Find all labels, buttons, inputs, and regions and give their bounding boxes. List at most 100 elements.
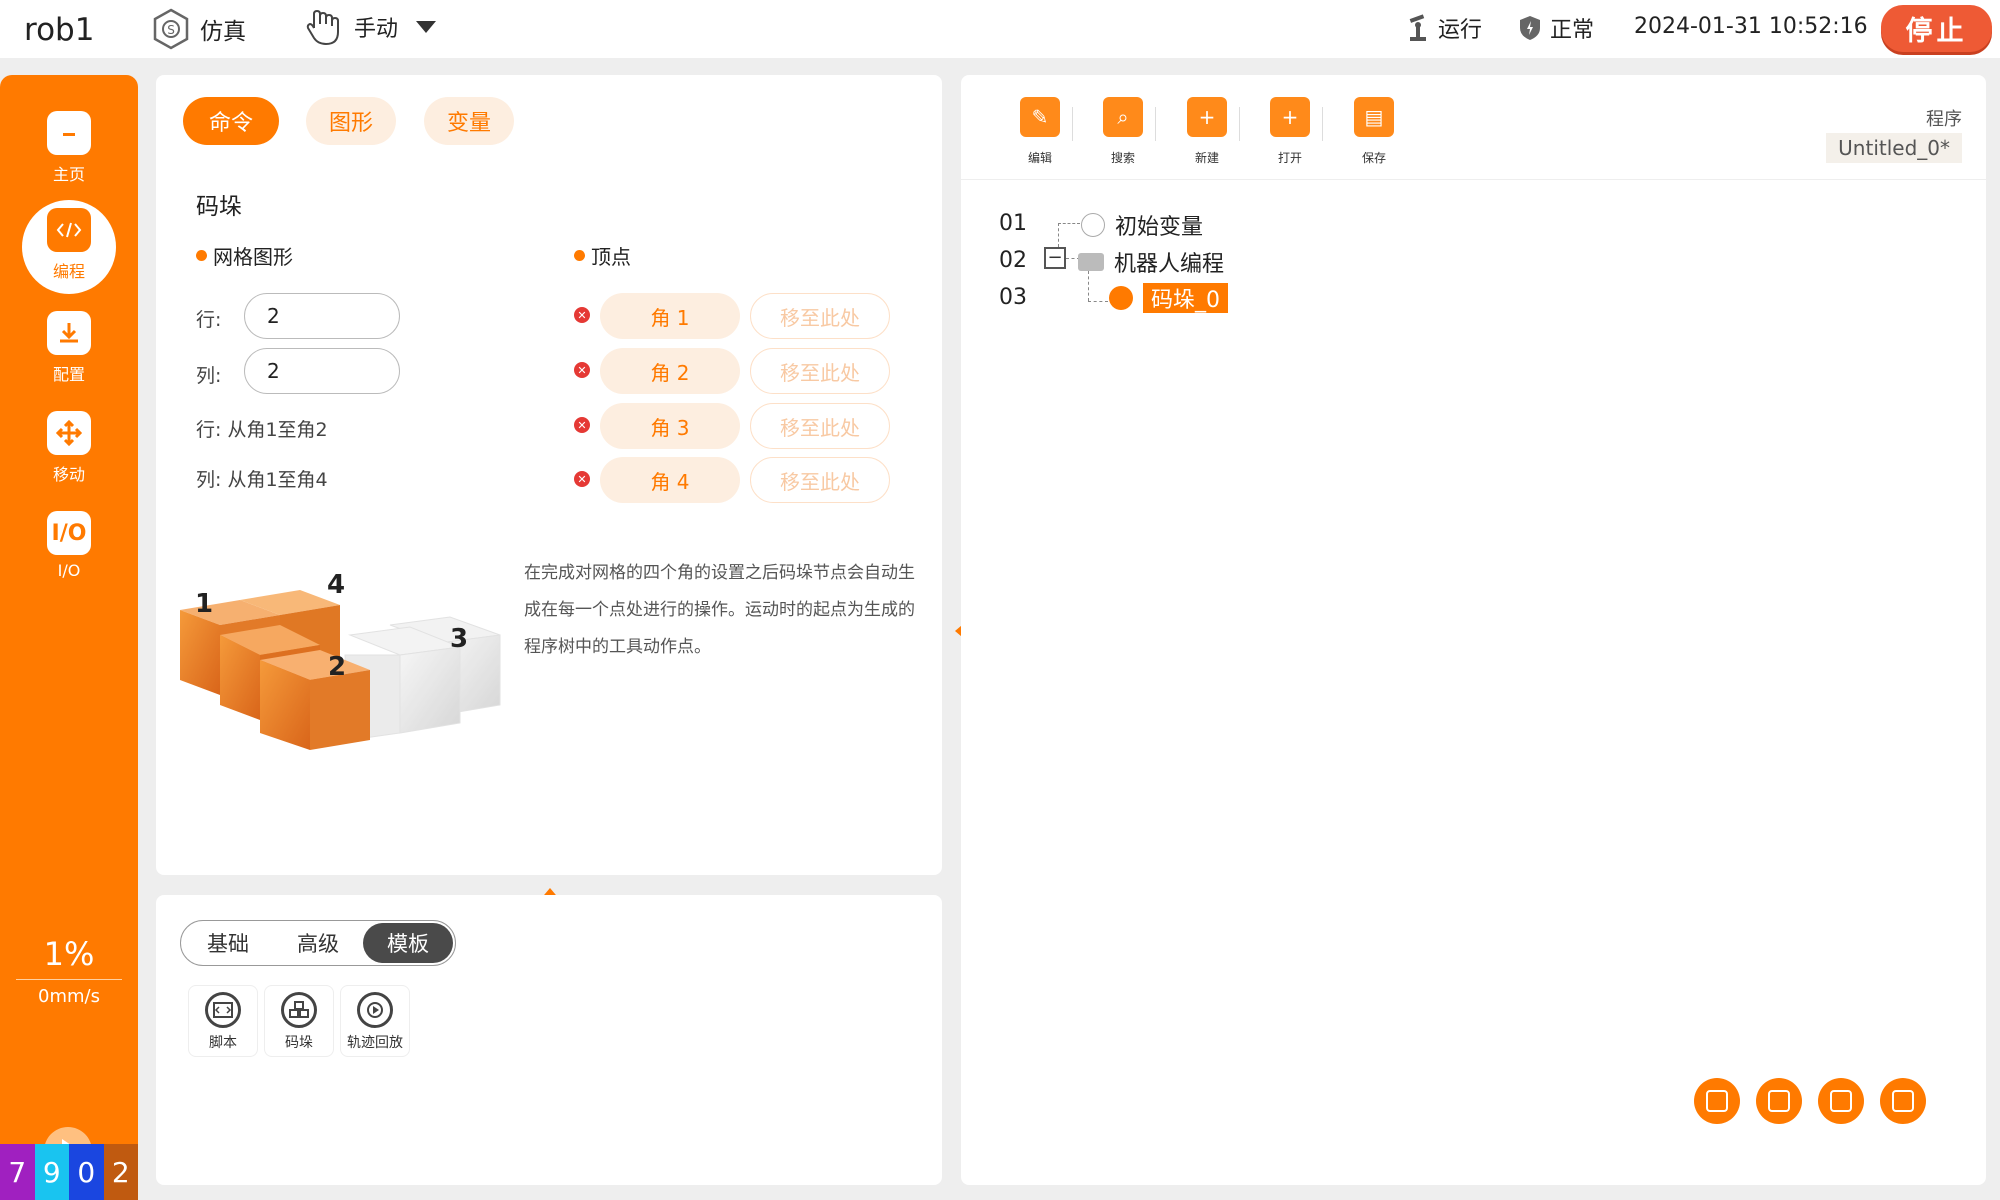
bullet-icon xyxy=(574,250,585,261)
hand-icon xyxy=(306,9,339,46)
shield-icon xyxy=(1520,16,1540,40)
speed-readout: 1% 0mm/s xyxy=(16,935,122,1007)
tab-graphics[interactable]: 图形 xyxy=(306,97,396,145)
script-icon xyxy=(205,992,241,1028)
toolbar-label: 打开 xyxy=(1277,151,1302,165)
sidebar: 主页 编程 配置 移动 I/O I/O 1% 0mm/s xyxy=(0,75,138,1200)
move-icon xyxy=(47,411,91,455)
delete-icon[interactable]: ✕ xyxy=(574,471,590,487)
tree-node-init-variables[interactable]: 初始变量 xyxy=(1081,209,1203,241)
move-here-button[interactable]: 移至此处 xyxy=(750,457,890,503)
manual-mode-dropdown[interactable]: 手动 xyxy=(302,6,437,48)
speed-percent[interactable]: 1% xyxy=(16,935,122,980)
tree-expand-icon xyxy=(1706,1090,1728,1112)
pallet-icon xyxy=(1109,286,1133,310)
sidebar-item-label: 移动 xyxy=(52,465,85,484)
simulation-icon: S xyxy=(153,8,189,50)
toolbar-divider xyxy=(1239,107,1240,141)
segment-template[interactable]: 模板 xyxy=(363,923,453,963)
tree-node-label: 机器人编程 xyxy=(1114,252,1225,277)
speed-mms: 0mm/s xyxy=(38,986,100,1007)
tree-connector xyxy=(1058,223,1059,247)
row-label: 行: xyxy=(196,309,222,331)
sidebar-item-move[interactable]: 移动 xyxy=(0,411,138,485)
search-icon: ⌕ xyxy=(1103,97,1143,137)
program-tree-panel: ✎ 编辑 ⌕ 搜索 + 新建 + 打开 ▤ 保存 程序 Untitled_0* … xyxy=(961,75,1986,1185)
corner-row: ✕ 角 2 移至此处 xyxy=(574,348,894,394)
robot-name[interactable]: rob1 xyxy=(24,12,94,48)
counter-digit: 7 xyxy=(0,1144,35,1200)
simulation-label: 仿真 xyxy=(200,19,246,45)
delete-icon[interactable]: ✕ xyxy=(574,417,590,433)
home-icon xyxy=(47,111,91,155)
cube-label-3: 3 xyxy=(450,624,468,654)
toolbar-new[interactable]: + 新建 xyxy=(1172,97,1242,166)
command-panel: 命令 图形 变量 码垛 网格图形 顶点 行: 2 列: 2 行: 从角1至角2 … xyxy=(156,75,942,875)
collapse-node-icon[interactable]: − xyxy=(1044,247,1066,269)
move-here-button[interactable]: 移至此处 xyxy=(750,293,890,339)
col-label: 列: xyxy=(196,365,222,387)
robot-arm-icon xyxy=(1409,14,1426,41)
program-icon xyxy=(1078,253,1104,271)
corner-2-button[interactable]: 角 2 xyxy=(600,348,740,394)
svg-text:S: S xyxy=(167,23,175,37)
stop-button[interactable]: 停止 xyxy=(1881,5,1992,52)
sidebar-item-config[interactable]: 配置 xyxy=(0,311,138,385)
tree-node-robot-program[interactable]: 机器人编程 xyxy=(1078,246,1224,278)
tool-pallet[interactable]: 码垛 xyxy=(264,985,334,1057)
move-here-button[interactable]: 移至此处 xyxy=(750,348,890,394)
corner-row: ✕ 角 4 移至此处 xyxy=(574,457,894,503)
expand-tree-button[interactable] xyxy=(1694,1078,1740,1124)
row-input[interactable]: 2 xyxy=(244,293,400,339)
delete-icon[interactable]: ✕ xyxy=(574,362,590,378)
pallet-icon xyxy=(281,992,317,1028)
tree-node-pallet[interactable]: 码垛_0 xyxy=(1109,283,1228,313)
pallet-description: 在完成对网格的四个角的设置之后码垛节点会自动生成在每一个点处进行的操作。运动时的… xyxy=(524,563,915,657)
toolbar-search[interactable]: ⌕ 搜索 xyxy=(1088,97,1158,166)
cube-label-1: 1 xyxy=(195,589,213,619)
col-note: 列: 从角1至角4 xyxy=(196,469,328,491)
fit-view-button[interactable] xyxy=(1818,1078,1864,1124)
sidebar-item-label: 主页 xyxy=(52,165,85,184)
node-palette-panel: 基础 高级 模板 脚本 码垛 轨迹回放 xyxy=(156,895,942,1185)
tree-line-number: 02 xyxy=(999,247,1027,273)
col-input[interactable]: 2 xyxy=(244,348,400,394)
toolbar-divider xyxy=(1322,107,1323,141)
sidebar-item-io[interactable]: I/O I/O xyxy=(0,511,138,580)
new-icon: + xyxy=(1187,97,1227,137)
palette-segmented-control: 基础 高级 模板 xyxy=(180,920,456,966)
tree-collapse-icon xyxy=(1768,1090,1790,1112)
collapse-tree-button[interactable] xyxy=(1756,1078,1802,1124)
edit-icon: ✎ xyxy=(1020,97,1060,137)
code-icon xyxy=(47,208,91,252)
panel-title: 码垛 xyxy=(196,194,242,220)
tool-trajectory-replay[interactable]: 轨迹回放 xyxy=(340,985,410,1057)
tree-connector xyxy=(1088,301,1108,302)
console-button[interactable] xyxy=(1880,1078,1926,1124)
tool-script[interactable]: 脚本 xyxy=(188,985,258,1057)
program-label: 程序 xyxy=(1926,109,1962,130)
corner-3-button[interactable]: 角 3 xyxy=(600,403,740,449)
move-here-button[interactable]: 移至此处 xyxy=(750,403,890,449)
sidebar-item-label: 配置 xyxy=(52,365,85,384)
program-name[interactable]: Untitled_0* xyxy=(1826,133,1962,163)
sidebar-item-label: I/O xyxy=(57,561,81,580)
sidebar-item-programming[interactable]: 编程 xyxy=(22,200,116,294)
tab-command[interactable]: 命令 xyxy=(183,97,279,145)
toolbar-open[interactable]: + 打开 xyxy=(1255,97,1325,166)
delete-icon[interactable]: ✕ xyxy=(574,307,590,323)
sidebar-item-home[interactable]: 主页 xyxy=(0,111,138,185)
simulation-mode-toggle[interactable]: S 仿真 xyxy=(152,8,246,50)
tool-label: 码垛 xyxy=(285,1035,313,1051)
run-status: 运行 xyxy=(1406,12,1482,44)
corner-4-button[interactable]: 角 4 xyxy=(600,457,740,503)
segment-advanced[interactable]: 高级 xyxy=(273,923,363,963)
corner-1-button[interactable]: 角 1 xyxy=(600,293,740,339)
tab-variables[interactable]: 变量 xyxy=(424,97,514,145)
toolbar-label: 编辑 xyxy=(1027,151,1052,165)
toolbar-save[interactable]: ▤ 保存 xyxy=(1339,97,1409,166)
toolbar-divider xyxy=(1072,107,1073,141)
segment-basic[interactable]: 基础 xyxy=(183,923,273,963)
toolbar-edit[interactable]: ✎ 编辑 xyxy=(1005,97,1075,166)
datetime: 2024-01-31 10:52:16 xyxy=(1634,14,1868,39)
